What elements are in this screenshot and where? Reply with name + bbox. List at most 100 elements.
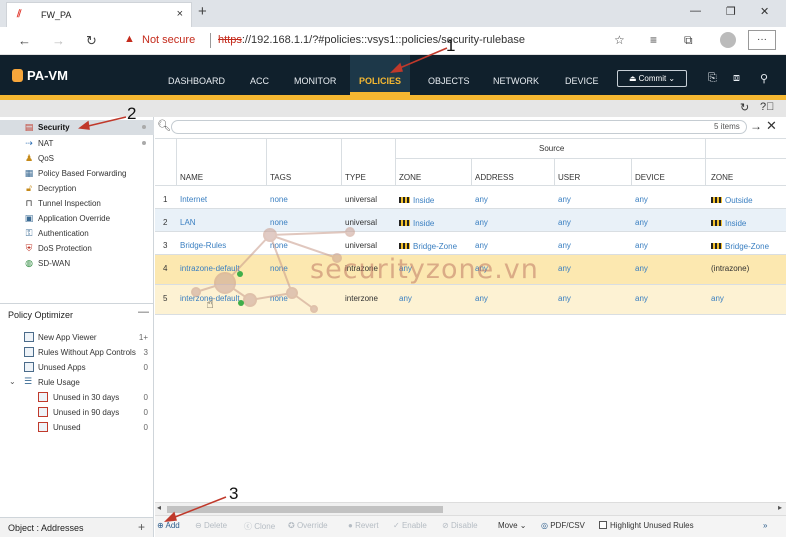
nav-decryption[interactable]: 🔓︎ Decryption: [0, 181, 154, 196]
new-tab-button[interactable]: +: [198, 3, 207, 20]
forward-icon[interactable]: →: [52, 33, 65, 48]
not-secure-label[interactable]: Not secure: [142, 34, 195, 46]
disable-button[interactable]: ⊘ Disable: [442, 521, 478, 530]
chevron-down-icon[interactable]: ⌄: [9, 377, 16, 386]
scroll-right-icon[interactable]: ▸: [778, 503, 782, 512]
rule-name[interactable]: Internet: [180, 195, 207, 204]
nav-nat[interactable]: ⇢ NAT: [0, 136, 154, 151]
optimizer-item[interactable]: Unused 0: [0, 420, 150, 434]
table-row[interactable]: 5 interzone-default none interzone any a…: [155, 285, 786, 314]
source-device[interactable]: any: [635, 241, 648, 250]
override-button[interactable]: ✪ Override: [288, 521, 328, 530]
menu-device[interactable]: DEVICE: [565, 55, 599, 95]
highlight-unused-toggle[interactable]: Highlight Unused Rules: [599, 521, 694, 530]
source-device[interactable]: any: [635, 218, 648, 227]
source-device[interactable]: any: [635, 294, 648, 303]
rule-name[interactable]: Bridge-Rules: [180, 241, 226, 250]
window-close-icon[interactable]: ✕: [760, 5, 769, 18]
nav-qos[interactable]: ♟ QoS: [0, 151, 154, 166]
destination-zone[interactable]: Inside: [711, 219, 746, 228]
optimizer-item[interactable]: ⌄ ☰ Rule Usage: [0, 375, 150, 389]
source-device[interactable]: any: [635, 195, 648, 204]
source-zone[interactable]: Inside: [399, 196, 434, 205]
source-address[interactable]: any: [475, 294, 488, 303]
menu-objects[interactable]: OBJECTS: [428, 55, 470, 95]
object-addresses-footer[interactable]: Object : Addresses +: [0, 517, 154, 537]
nav-app-override[interactable]: ▣ Application Override: [0, 211, 154, 226]
nav-sdwan[interactable]: ◍ SD-WAN: [0, 256, 154, 271]
source-user[interactable]: any: [558, 218, 571, 227]
col-tags[interactable]: TAGS: [270, 173, 291, 182]
highlight-checkbox[interactable]: [599, 521, 607, 529]
back-icon[interactable]: ←: [18, 33, 31, 48]
col-type[interactable]: TYPE: [345, 173, 366, 182]
config-icon[interactable]: ⎘: [708, 72, 717, 85]
optimizer-item[interactable]: New App Viewer 1+: [0, 330, 150, 344]
rule-tags[interactable]: none: [270, 264, 288, 273]
source-zone[interactable]: Inside: [399, 219, 434, 228]
apply-filter-button[interactable]: →: [750, 119, 762, 133]
source-user[interactable]: any: [558, 195, 571, 204]
destination-zone[interactable]: Bridge-Zone: [711, 242, 769, 251]
more-actions-icon[interactable]: »: [763, 521, 767, 530]
menu-network[interactable]: NETWORK: [493, 55, 539, 95]
profile-avatar[interactable]: [720, 32, 736, 48]
menu-monitor[interactable]: MONITOR: [294, 55, 336, 95]
collapse-icon[interactable]: —: [138, 306, 149, 318]
col-destination-zone[interactable]: ZONE: [711, 173, 733, 182]
destination-zone[interactable]: any: [711, 294, 724, 303]
table-row[interactable]: 3 Bridge-Rules none universal Bridge-Zon…: [155, 232, 786, 254]
nav-pbf[interactable]: ▦ Policy Based Forwarding: [0, 166, 154, 181]
clear-filter-button[interactable]: ✕: [766, 118, 777, 134]
url-field[interactable]: https://192.168.1.1/?#policies::vsys1::p…: [218, 34, 525, 46]
favorite-star-icon[interactable]: ☆: [614, 33, 625, 47]
optimizer-item[interactable]: Rules Without App Controls 3: [0, 345, 150, 359]
nav-authentication[interactable]: ⚿ Authentication: [0, 226, 154, 241]
source-device[interactable]: any: [635, 264, 648, 273]
scroll-left-icon[interactable]: ◂: [157, 503, 161, 512]
filter-input[interactable]: [171, 120, 747, 134]
expand-plus-icon[interactable]: +: [138, 520, 145, 534]
minimize-icon[interactable]: —: [690, 5, 701, 17]
col-source-address[interactable]: ADDRESS: [475, 173, 514, 182]
optimizer-item[interactable]: Unused in 30 days 0: [0, 390, 150, 404]
delete-button[interactable]: ⊖ Delete: [195, 521, 227, 530]
favorites-list-icon[interactable]: ≡: [650, 33, 657, 47]
optimizer-item[interactable]: Unused in 90 days 0: [0, 405, 150, 419]
source-address[interactable]: any: [475, 195, 488, 204]
browser-menu-button[interactable]: ···: [748, 30, 776, 50]
col-source-user[interactable]: USER: [558, 173, 580, 182]
tab-close-button[interactable]: ×: [177, 8, 183, 20]
rule-tags[interactable]: none: [270, 195, 288, 204]
revert-button[interactable]: ● Revert: [348, 521, 379, 530]
scroll-thumb[interactable]: [167, 506, 443, 513]
source-address[interactable]: any: [475, 241, 488, 250]
rule-name[interactable]: intrazone-default: [180, 264, 240, 273]
restore-icon[interactable]: ❐: [726, 5, 736, 18]
source-zone[interactable]: any: [399, 294, 412, 303]
menu-policies[interactable]: POLICIES: [350, 55, 410, 95]
col-source-zone[interactable]: ZONE: [399, 173, 421, 182]
header-search-icon[interactable]: ⚲: [760, 72, 768, 85]
refresh-page-icon[interactable]: ↻: [740, 101, 749, 114]
rule-name[interactable]: LAN: [180, 218, 196, 227]
source-zone[interactable]: Bridge-Zone: [399, 242, 457, 251]
source-user[interactable]: any: [558, 241, 571, 250]
nav-dos[interactable]: ⛨ DoS Protection: [0, 241, 154, 256]
tasks-icon[interactable]: ⧈: [733, 72, 740, 85]
help-icon[interactable]: ?⃝: [760, 101, 774, 113]
move-button[interactable]: Move ⌄: [498, 521, 527, 530]
browser-tab[interactable]: ⫽ FW_PA ×: [6, 2, 192, 27]
source-user[interactable]: any: [558, 264, 571, 273]
rule-tags[interactable]: none: [270, 294, 288, 303]
collections-icon[interactable]: ⧉: [684, 33, 693, 48]
rule-tags[interactable]: none: [270, 218, 288, 227]
source-user[interactable]: any: [558, 294, 571, 303]
source-address[interactable]: any: [475, 218, 488, 227]
nav-tunnel[interactable]: ⊓ Tunnel Inspection: [0, 196, 154, 211]
commit-button[interactable]: ⏏ Commit ⌄: [617, 70, 687, 87]
col-name[interactable]: NAME: [180, 173, 203, 182]
menu-acc[interactable]: ACC: [250, 55, 269, 95]
table-row[interactable]: 1 Internet none universal Inside any any…: [155, 186, 786, 208]
col-source-device[interactable]: DEVICE: [635, 173, 665, 182]
